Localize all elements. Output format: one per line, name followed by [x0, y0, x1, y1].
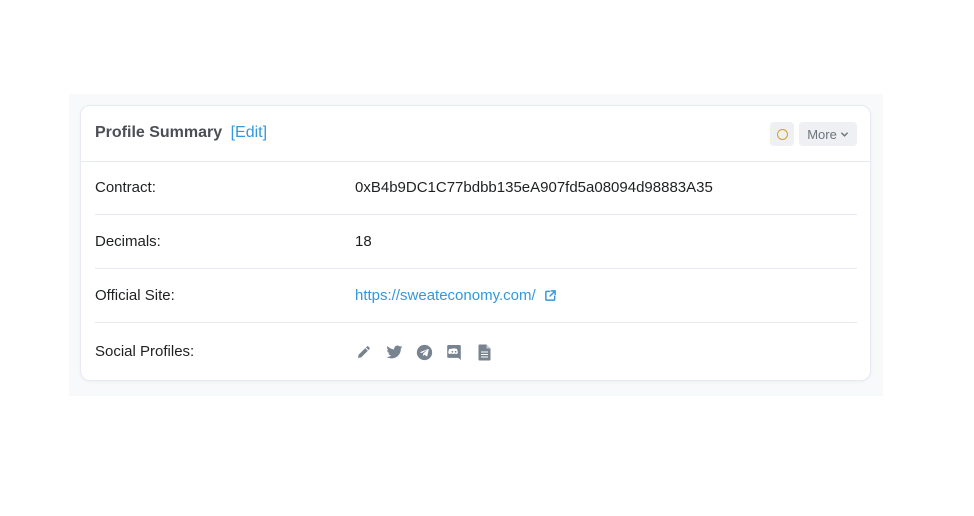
pencil-icon[interactable] — [355, 343, 373, 361]
profile-summary-card: Profile Summary [Edit] More Contract: 0x… — [80, 105, 871, 381]
twitter-icon[interactable] — [385, 343, 403, 361]
discord-icon[interactable] — [445, 343, 463, 361]
chevron-down-icon — [840, 130, 849, 139]
card-header: Profile Summary [Edit] More — [81, 106, 870, 162]
external-link-icon[interactable] — [544, 289, 557, 306]
status-circle-icon — [776, 128, 788, 140]
document-icon[interactable] — [475, 343, 493, 361]
more-label: More — [807, 126, 837, 142]
telegram-icon[interactable] — [415, 343, 433, 361]
contract-label: Contract: — [95, 179, 156, 196]
decimals-row: Decimals: 18 — [95, 215, 857, 269]
decimals-value: 18 — [355, 233, 372, 250]
official-site-label: Official Site: — [95, 287, 175, 304]
contract-row: Contract: 0xB4b9DC1C77bdbb135eA907fd5a08… — [95, 162, 857, 215]
card-title: Profile Summary [Edit] — [95, 124, 267, 142]
official-site-value: https://sweateconomy.com/ — [355, 287, 557, 306]
status-button[interactable] — [770, 122, 794, 146]
official-site-row: Official Site: https://sweateconomy.com/ — [95, 269, 857, 323]
decimals-label: Decimals: — [95, 233, 161, 250]
social-profiles-label: Social Profiles: — [95, 343, 195, 360]
card-title-text: Profile Summary — [95, 124, 223, 141]
contract-address-link[interactable]: 0xB4b9DC1C77bdbb135eA907fd5a08094d98883A… — [355, 179, 713, 196]
social-icons — [355, 343, 493, 361]
official-site-link[interactable]: https://sweateconomy.com/ — [355, 287, 536, 304]
social-profiles-row: Social Profiles: — [95, 323, 857, 380]
edit-link[interactable]: [Edit] — [231, 124, 267, 141]
more-dropdown-button[interactable]: More — [799, 122, 857, 146]
